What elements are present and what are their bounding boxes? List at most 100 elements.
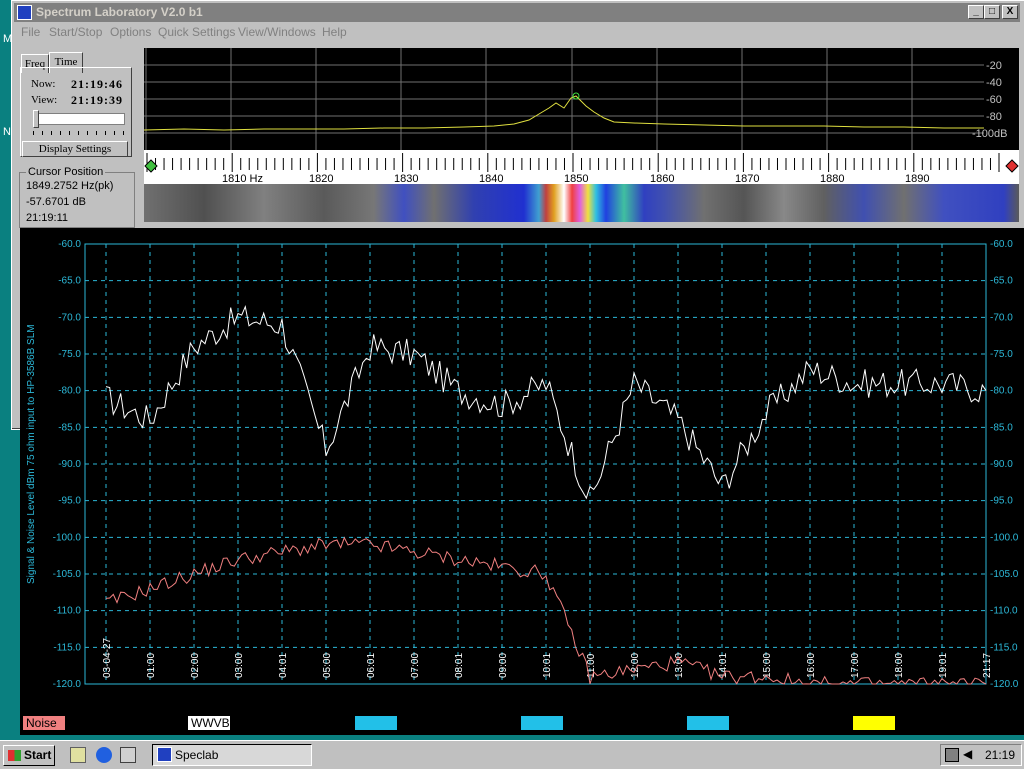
db-label: -40 <box>986 77 1002 89</box>
minimize-button[interactable]: _ <box>968 5 984 19</box>
system-tray: ◀ 21:19 <box>940 744 1022 766</box>
menu-bar: File Start/Stop Options Quick Settings V… <box>14 22 1020 42</box>
menu-quick-settings[interactable]: Quick Settings <box>158 25 235 39</box>
y-tick-left: -120.0 <box>53 679 82 690</box>
x-tick-label: 21:17 <box>982 653 993 678</box>
frequency-scale-svg: 1810 Hz 1820 1830 1840 1850 1860 1870 18… <box>144 153 1019 185</box>
clock[interactable]: 21:19 <box>985 748 1015 762</box>
y-tick-left: -60.0 <box>58 239 81 250</box>
y-tick-left: -105.0 <box>53 569 82 580</box>
y-tick-right: -80.0 <box>990 386 1013 397</box>
windows-logo-icon <box>8 750 21 761</box>
y-tick-right: -60.0 <box>990 239 1013 250</box>
menu-start-stop[interactable]: Start/Stop <box>49 25 102 39</box>
legend-noise[interactable]: Noise <box>23 716 65 730</box>
legend-series-6[interactable] <box>853 716 895 730</box>
time-slider-track[interactable] <box>33 113 125 125</box>
x-tick-label: 01:00 <box>146 653 157 678</box>
app-icon <box>17 5 32 20</box>
title-bar[interactable]: Spectrum Laboratory V2.0 b1 _ □ X <box>14 3 1020 22</box>
y-tick-left: -110.0 <box>53 606 81 617</box>
y-axis-label: Signal & Noise Level dBm 75 ohm input to… <box>26 324 37 584</box>
spectrum-display[interactable]: -20 -40 -60 -80 -100dB <box>143 48 1019 150</box>
x-tick-label: 17:00 <box>850 653 861 678</box>
y-tick-right: -120.0 <box>990 679 1019 690</box>
freq-label: 1810 Hz <box>222 173 263 184</box>
freq-label: 1870 <box>735 173 759 184</box>
x-tick-label: 02:00 <box>190 653 201 678</box>
menu-options[interactable]: Options <box>110 25 151 39</box>
x-tick-label: 06:01 <box>366 653 377 678</box>
legend-series-3[interactable] <box>355 716 397 730</box>
x-tick-label: 04:01 <box>278 653 289 678</box>
db-label: -20 <box>986 60 1002 72</box>
freq-label: 1860 <box>650 173 674 184</box>
y-tick-left: -95.0 <box>58 496 81 507</box>
menu-view-windows[interactable]: View/Windows <box>238 25 316 39</box>
maximize-button[interactable]: □ <box>984 5 1000 19</box>
x-tick-label: 19:01 <box>938 653 949 678</box>
freq-label: 1840 <box>479 173 503 184</box>
cursor-level: -57.6701 dB <box>26 196 86 208</box>
x-tick-label: 10:01 <box>542 653 553 678</box>
start-label: Start <box>24 748 52 762</box>
browser-icon[interactable] <box>96 747 112 763</box>
legend-series-4[interactable] <box>521 716 563 730</box>
y-tick-right: -95.0 <box>990 496 1013 507</box>
close-button[interactable]: X <box>1002 5 1018 19</box>
x-tick-label: 07:00 <box>410 653 421 678</box>
now-value: 21:19:46 <box>71 77 123 91</box>
view-label: View: <box>31 94 58 106</box>
show-desktop-icon[interactable] <box>70 747 86 763</box>
y-tick-right: -70.0 <box>990 312 1013 323</box>
x-tick-label: 09:00 <box>498 653 509 678</box>
legend-series-5[interactable] <box>687 716 729 730</box>
y-tick-left: -100.0 <box>53 532 82 543</box>
tray-app-icon[interactable] <box>945 748 959 762</box>
freq-label: 1890 <box>905 173 929 184</box>
freq-label: 1830 <box>394 173 418 184</box>
cursor-freq: 1849.2752 Hz(pk) <box>26 180 114 192</box>
x-tick-label: 05:00 <box>322 653 333 678</box>
cursor-position-box: Cursor Position 1849.2752 Hz(pk) -57.670… <box>19 166 135 228</box>
cursor-position-label: Cursor Position <box>26 166 106 178</box>
frequency-scale[interactable]: 1810 Hz 1820 1830 1840 1850 1860 1870 18… <box>144 150 1019 185</box>
now-label: Now: <box>31 78 56 90</box>
level-plot-window[interactable]: -60.0 -65.0 -70.0 -75.0 -80.0 -85.0 -90.0 -95.0… <box>20 228 1024 735</box>
db-scale: -20 -40 -60 -80 -100dB <box>972 60 1007 140</box>
right-marker-icon[interactable] <box>1005 159 1019 173</box>
desktop-label-n: N <box>3 126 11 138</box>
x-tick-label: 18:00 <box>894 653 905 678</box>
y-tick-right: -65.0 <box>990 276 1013 287</box>
menu-file[interactable]: File <box>21 25 40 39</box>
x-tick-label: 16:00 <box>806 653 817 678</box>
x-tick-label: 03:00 <box>234 653 245 678</box>
x-tick-label: 15:00 <box>762 653 773 678</box>
y-tick-right: -115.0 <box>990 642 1018 653</box>
y-tick-right: -75.0 <box>990 349 1013 360</box>
y-tick-right: -85.0 <box>990 422 1013 433</box>
db-label: -60 <box>986 94 1002 106</box>
time-slider-thumb[interactable] <box>33 110 39 128</box>
volume-icon[interactable]: ◀ <box>963 747 972 761</box>
cursor-time: 21:19:11 <box>26 212 69 224</box>
window-title: Spectrum Laboratory V2.0 b1 <box>36 5 203 19</box>
display-settings-button[interactable]: Display Settings <box>22 141 128 157</box>
freq-label: 1820 <box>309 173 333 184</box>
waterfall-display[interactable] <box>144 184 1019 222</box>
level-plot: -60.0 -65.0 -70.0 -75.0 -80.0 -85.0 -90.0 -95.0… <box>26 239 1019 690</box>
channels-icon[interactable] <box>120 747 136 763</box>
menu-help[interactable]: Help <box>322 25 347 39</box>
y-tick-left: -85.0 <box>58 422 81 433</box>
spectrum-svg: -20 -40 -60 -80 -100dB <box>143 48 1007 150</box>
view-value: 21:19:39 <box>71 93 123 107</box>
taskbar: Start Speclab ◀ 21:19 <box>0 740 1024 769</box>
legend-wwvb[interactable]: WWVB <box>188 716 230 730</box>
y-tick-right: -110.0 <box>990 606 1018 617</box>
y-tick-left: -65.0 <box>58 276 81 287</box>
taskbar-speclab-button[interactable]: Speclab <box>152 744 312 766</box>
x-tick-label: 08:01 <box>454 653 465 678</box>
y-tick-left: -80.0 <box>58 386 81 397</box>
start-button[interactable]: Start <box>3 745 55 766</box>
y-tick-right: -100.0 <box>990 532 1019 543</box>
